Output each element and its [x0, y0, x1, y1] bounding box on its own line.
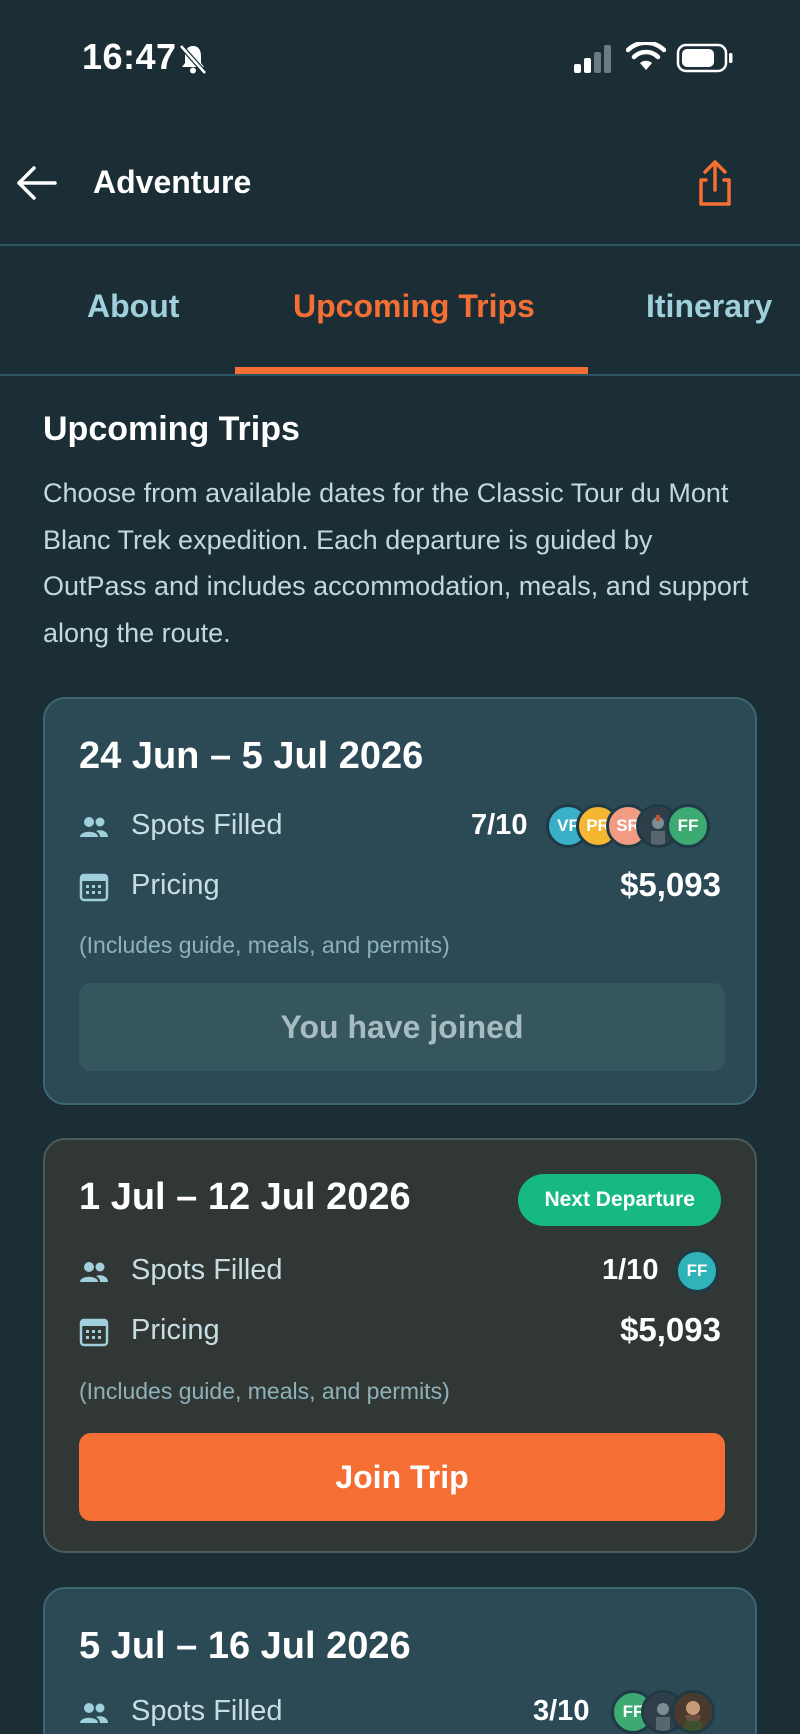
trip-price: $5,093	[620, 866, 721, 903]
people-icon	[80, 817, 108, 837]
joined-status-button: You have joined	[79, 983, 725, 1071]
spots-count: 7/10	[471, 809, 528, 841]
avatar: FF	[666, 804, 710, 848]
spots-count: 3/10	[533, 1695, 590, 1727]
signal-icon	[574, 45, 611, 73]
avatar-photo	[671, 1690, 715, 1734]
tab-itinerary[interactable]: Itinerary	[646, 288, 772, 325]
section-description: Choose from available dates for the Clas…	[43, 478, 749, 648]
trip-price: $5,093	[620, 1311, 721, 1348]
trip-dates: 5 Jul – 16 Jul 2026	[79, 1625, 411, 1667]
pricing-label: Pricing	[131, 1314, 220, 1346]
tab-about[interactable]: About	[87, 288, 179, 325]
spots-label: Spots Filled	[131, 809, 283, 841]
active-tab-indicator	[235, 367, 588, 374]
calendar-icon	[79, 873, 109, 902]
battery-icon	[676, 43, 733, 73]
tab-upcoming-trips[interactable]: Upcoming Trips	[293, 288, 535, 325]
section-title: Upcoming Trips	[43, 410, 300, 448]
wifi-icon	[626, 42, 666, 70]
bell-muted-icon	[179, 44, 207, 75]
status-time: 16:47	[82, 36, 177, 77]
page-title: Adventure	[93, 164, 252, 200]
calendar-icon	[79, 1318, 109, 1347]
join-trip-button[interactable]: Join Trip	[79, 1433, 725, 1521]
share-icon[interactable]	[690, 158, 740, 210]
tab-bar: About Upcoming Trips Itinerary	[0, 246, 800, 376]
next-departure-badge: Next Departure	[518, 1174, 721, 1226]
trip-card: 24 Jun – 5 Jul 2026 Spots Filled 7/10 VF…	[43, 697, 757, 1105]
status-bar: 16:47	[0, 0, 800, 118]
trip-dates: 1 Jul – 12 Jul 2026	[79, 1176, 411, 1218]
trip-dates: 24 Jun – 5 Jul 2026	[79, 735, 424, 777]
people-icon	[80, 1262, 108, 1282]
nav-header: Adventure	[0, 118, 800, 246]
spots-count: 1/10	[602, 1254, 659, 1286]
trip-card: 5 Jul – 16 Jul 2026 Spots Filled 3/10 FF	[43, 1587, 757, 1734]
spots-label: Spots Filled	[131, 1695, 283, 1727]
trip-card: 1 Jul – 12 Jul 2026 Next Departure Spots…	[43, 1138, 757, 1553]
pricing-label: Pricing	[131, 869, 220, 901]
avatar: FF	[675, 1249, 719, 1293]
arrow-left-icon[interactable]	[12, 158, 62, 208]
includes-note: (Includes guide, meals, and permits)	[79, 932, 450, 958]
people-icon	[80, 1703, 108, 1723]
includes-note: (Includes guide, meals, and permits)	[79, 1378, 450, 1404]
spots-label: Spots Filled	[131, 1254, 283, 1286]
